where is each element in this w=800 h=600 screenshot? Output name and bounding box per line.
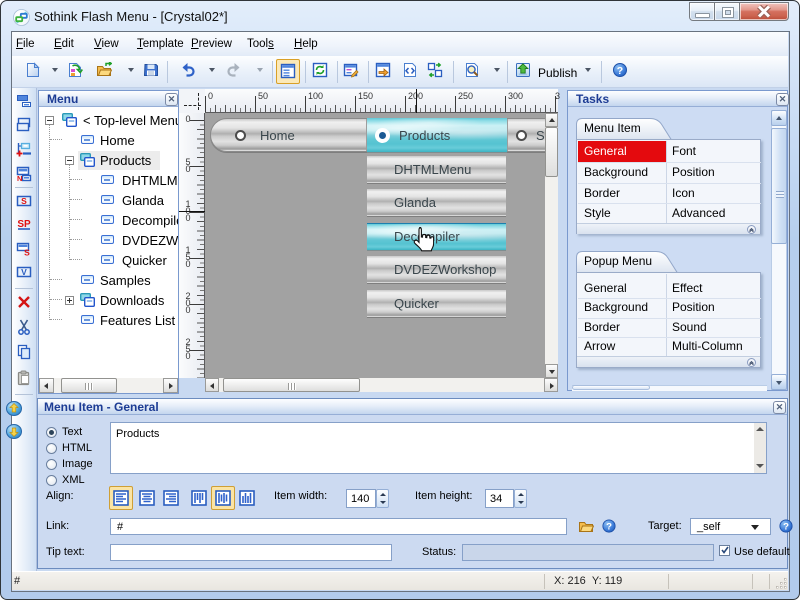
svg-text:?: ? — [617, 65, 623, 77]
svg-text:?: ? — [783, 522, 789, 533]
svg-text:S: S — [24, 248, 30, 258]
svg-text:S: S — [21, 196, 27, 206]
svg-text:?: ? — [606, 522, 612, 533]
svg-text:V: V — [21, 267, 27, 277]
svg-text:N: N — [17, 174, 22, 182]
